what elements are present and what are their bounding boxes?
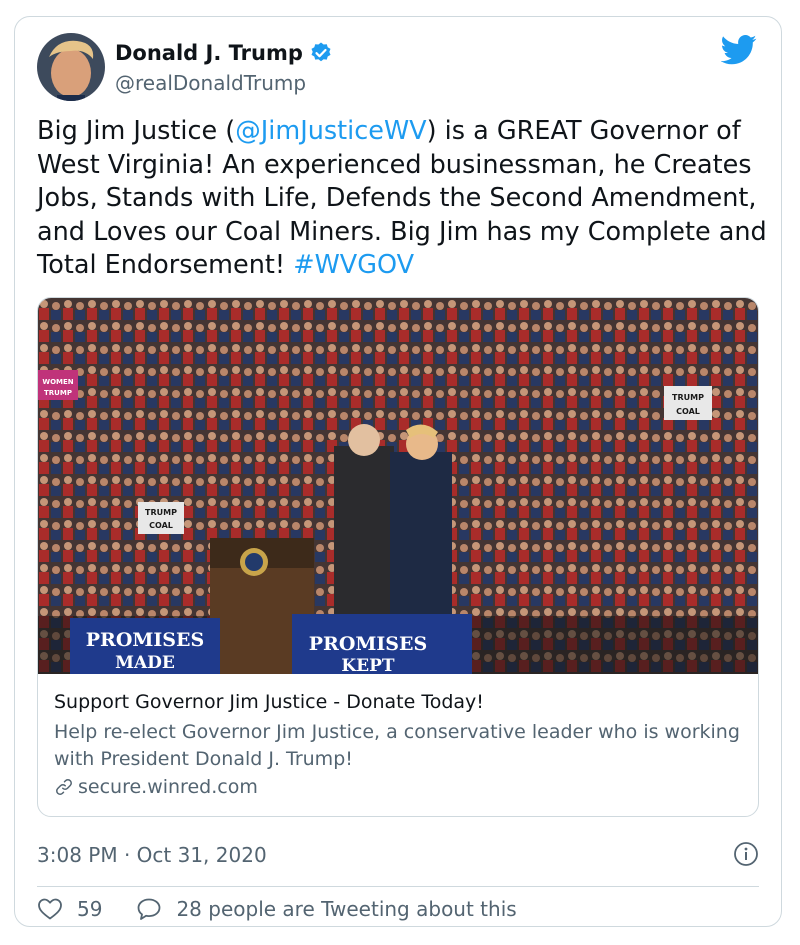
sign-promises-kept-line1: PROMISES xyxy=(309,633,427,655)
engagement-bar: 59 28 people are Tweeting about this xyxy=(37,897,517,921)
sign-trump-coal-line1: TRUMP xyxy=(672,393,704,402)
timestamp-separator: · xyxy=(123,843,131,867)
link-card-description: Help re-elect Governor Jim Justice, a co… xyxy=(54,721,740,770)
sign-women-for-trump-line2: TRUMP xyxy=(44,389,72,397)
like-button[interactable]: 59 xyxy=(37,897,102,921)
link-card-title[interactable]: Support Governor Jim Justice - Donate To… xyxy=(54,691,484,713)
mention-link[interactable]: @JimJusticeWV xyxy=(235,116,426,146)
sign-promises-made-line1: PROMISES xyxy=(86,629,204,651)
sign-trump-coal-line2: COAL xyxy=(676,407,700,416)
like-count: 59 xyxy=(77,897,103,921)
twitter-bird-icon[interactable] xyxy=(721,35,757,65)
author-name[interactable]: Donald J. Trump xyxy=(115,41,303,65)
conversation-link[interactable]: 28 people are Tweeting about this xyxy=(136,897,517,921)
sign-women-for-trump-line1: WOMEN xyxy=(42,378,73,386)
sign-trump-coal-2-line1: TRUMP xyxy=(145,508,177,517)
tweet-card: Donald J. Trump @realDonaldTrump Big Jim… xyxy=(14,16,782,927)
tweet-timestamp[interactable]: 3:08 PM · Oct 31, 2020 xyxy=(37,843,267,867)
verified-badge-icon xyxy=(311,42,331,62)
sign-promises-kept-line2: KEPT xyxy=(341,656,395,674)
heart-icon xyxy=(38,898,62,920)
sign-promises-made-line2: MADE xyxy=(115,653,175,673)
hashtag-link[interactable]: #WVGOV xyxy=(293,250,414,280)
speech-bubble-icon xyxy=(138,898,161,920)
link-icon xyxy=(56,779,72,795)
conversation-count-text[interactable]: 28 people are Tweeting about this xyxy=(176,897,516,921)
tweet-date[interactable]: Oct 31, 2020 xyxy=(137,843,267,867)
link-preview-card[interactable]: PROMISES MADE PROMISES KEPT WOMEN TRUMP … xyxy=(37,297,759,817)
author-name-row[interactable]: Donald J. Trump xyxy=(115,41,333,65)
link-card-domain[interactable]: secure.winred.com xyxy=(54,776,258,798)
divider xyxy=(37,886,759,887)
tweet-text: Big Jim Justice (@JimJusticeWV) is a GRE… xyxy=(37,115,767,283)
tweet-text-part1: Big Jim Justice ( xyxy=(37,116,236,146)
link-card-domain-text[interactable]: secure.winred.com xyxy=(78,776,258,798)
rally-photo[interactable]: PROMISES MADE PROMISES KEPT WOMEN TRUMP … xyxy=(38,298,759,674)
info-icon[interactable] xyxy=(733,841,759,867)
avatar[interactable] xyxy=(37,33,105,101)
tweet-time[interactable]: 3:08 PM xyxy=(37,843,118,867)
author-handle[interactable]: @realDonaldTrump xyxy=(115,71,306,95)
sign-trump-coal-2-line2: COAL xyxy=(149,521,173,530)
